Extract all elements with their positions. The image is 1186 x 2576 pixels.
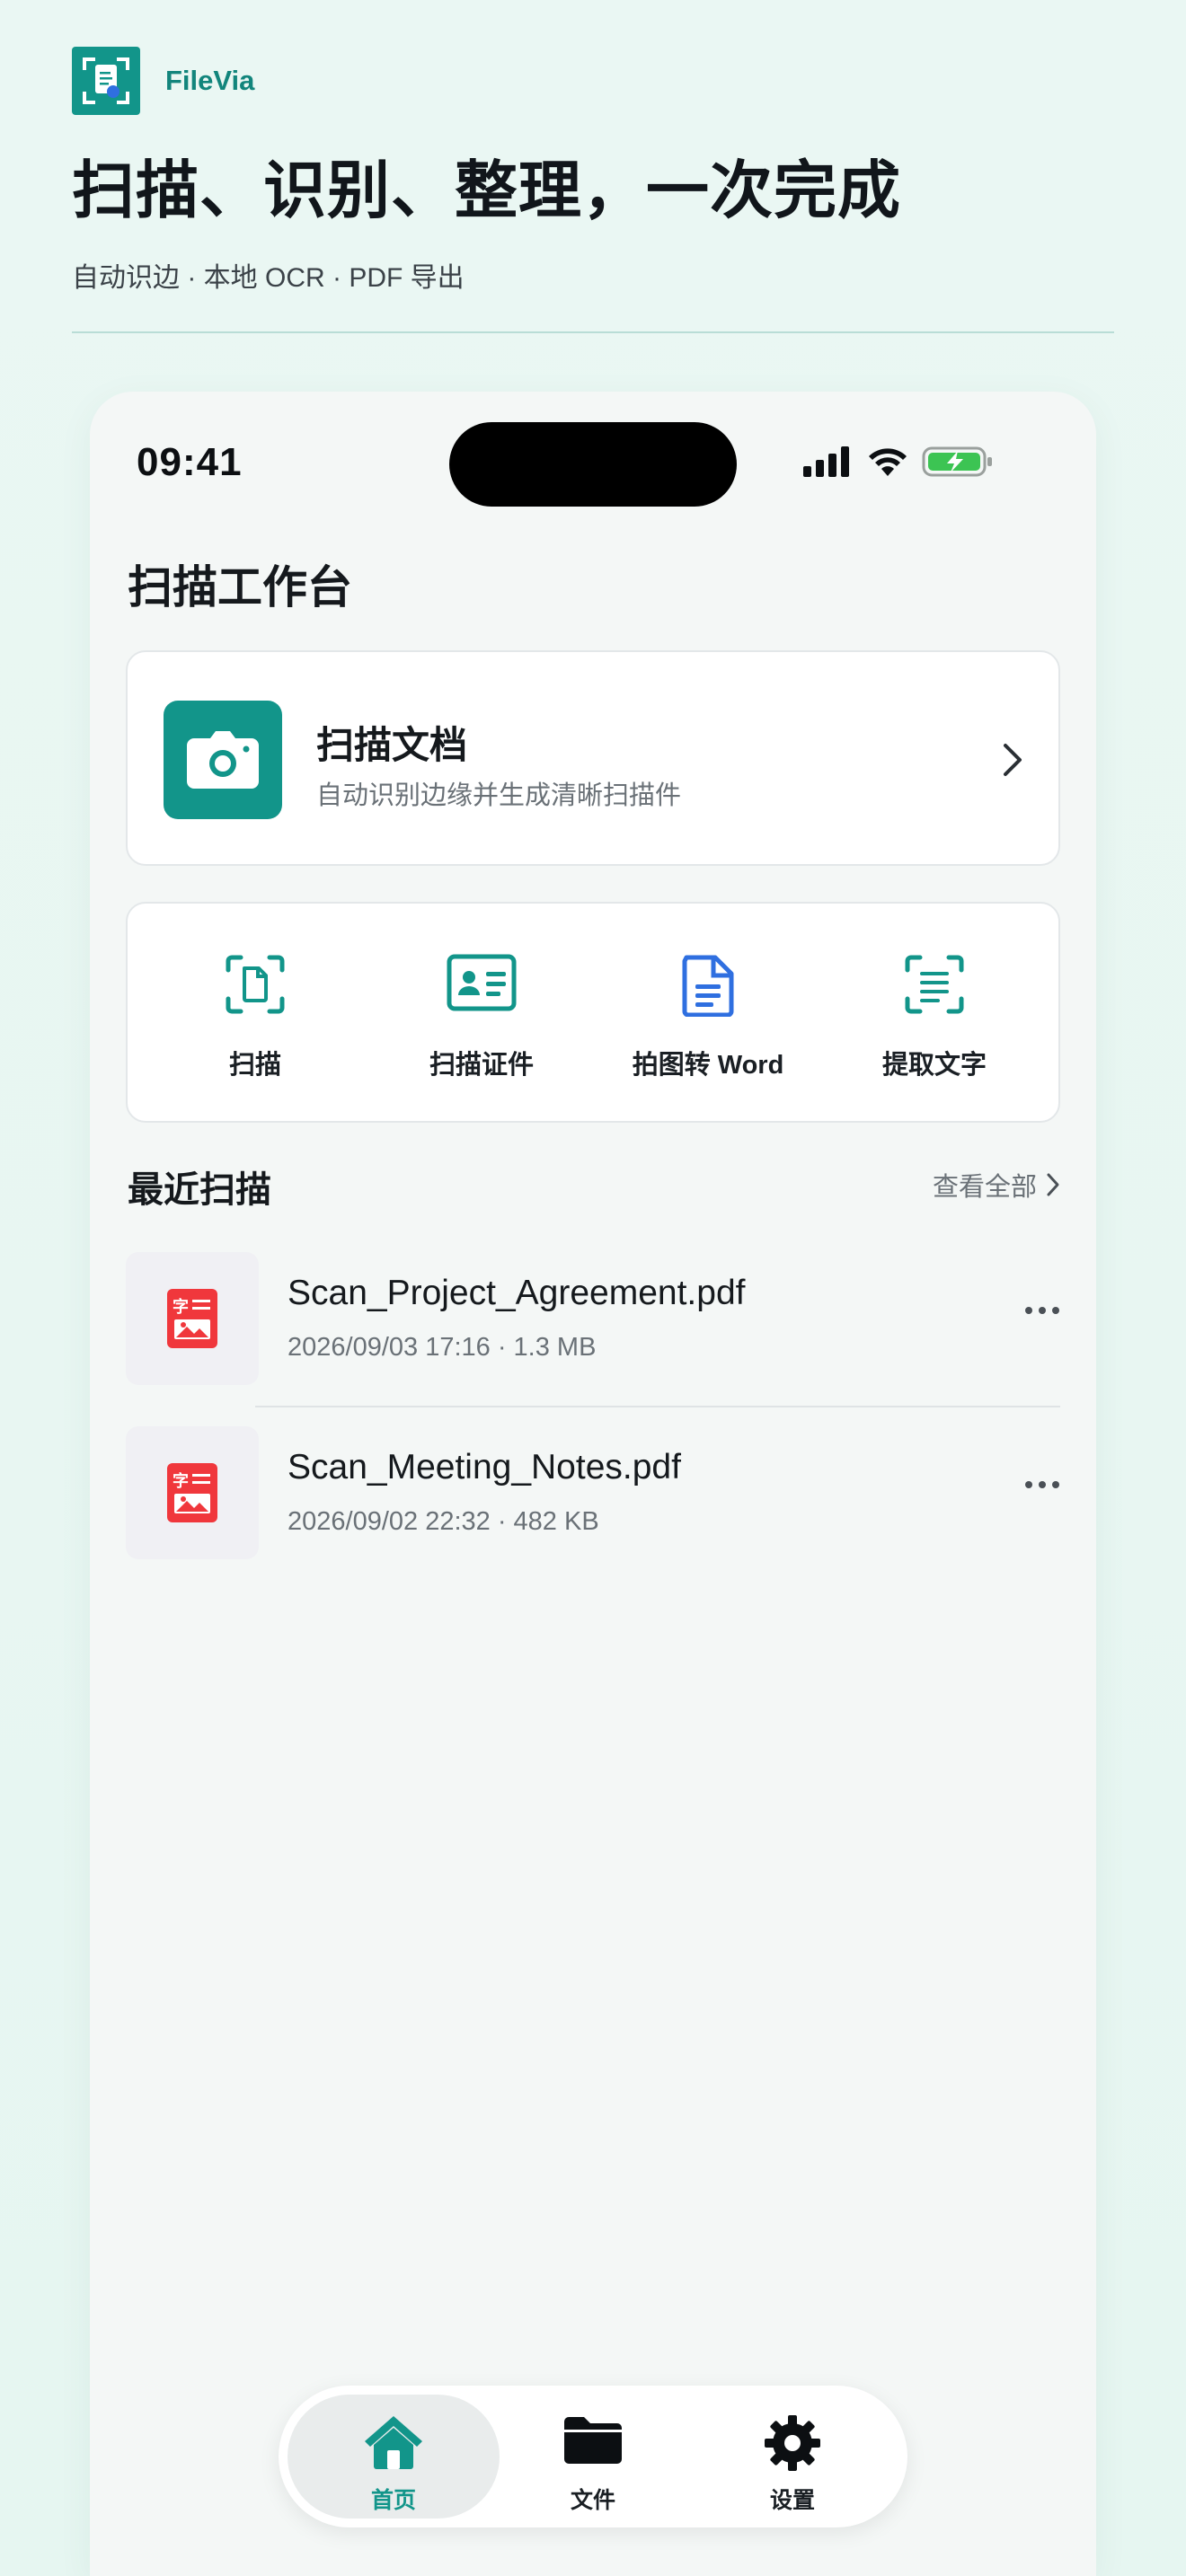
recent-section-title: 最近扫描	[128, 1170, 271, 1210]
id-card-icon	[447, 954, 517, 1011]
file-name: Scan_Meeting_Notes.pdf	[288, 1448, 681, 1486]
tool-label: 扫描	[228, 1051, 281, 1080]
brand: FileVia	[72, 47, 254, 115]
file-meta: 2026/09/02 22:32 · 482 KB	[288, 1507, 599, 1536]
row-divider	[255, 1406, 1060, 1407]
status-icons	[803, 446, 994, 478]
tab-bar: 首页 文件 设置	[279, 2386, 907, 2527]
page-title: 扫描工作台	[128, 562, 352, 613]
tab-home[interactable]: 首页	[288, 2395, 500, 2519]
pdf-file-icon: 字	[126, 1426, 259, 1559]
recent-file-row[interactable]: 字 Scan_Meeting_Notes.pdf 2026/09/02 22:3…	[126, 1426, 1060, 1566]
text-extract-icon	[905, 955, 964, 1014]
tab-label: 文件	[570, 2488, 615, 2513]
tab-label: 设置	[769, 2488, 815, 2513]
more-icon[interactable]	[1024, 1480, 1060, 1489]
file-name: Scan_Project_Agreement.pdf	[288, 1274, 746, 1312]
folder-icon	[564, 2417, 622, 2464]
word-document-icon	[682, 955, 734, 1017]
tab-label: 首页	[370, 2488, 416, 2513]
svg-text:字: 字	[173, 1471, 189, 1491]
brand-name: FileVia	[165, 65, 255, 96]
see-all-link[interactable]: 查看全部	[933, 1166, 1060, 1204]
tools-card: 扫描 扫描证件 拍图转 Word 提取文字	[126, 902, 1060, 1123]
more-icon[interactable]	[1024, 1306, 1060, 1315]
hero-headline: 扫描、识别、整理，一次完成	[72, 155, 901, 225]
tool-extract-text[interactable]: 提取文字	[827, 904, 1042, 1125]
chevron-right-icon	[1004, 744, 1022, 776]
scan-document-card[interactable]: 扫描文档 自动识别边缘并生成清晰扫描件	[126, 650, 1060, 866]
camera-icon	[164, 701, 282, 819]
status-time: 09:41	[137, 440, 243, 484]
battery-charging-icon	[922, 446, 992, 477]
scan-document-icon	[226, 955, 285, 1014]
tool-photo-to-word[interactable]: 拍图转 Word	[600, 904, 816, 1125]
tab-files[interactable]: 文件	[487, 2395, 699, 2519]
tool-label: 提取文字	[881, 1051, 987, 1080]
gear-icon	[765, 2415, 820, 2471]
pdf-file-icon: 字	[126, 1252, 259, 1385]
dynamic-island	[449, 422, 737, 507]
scan-card-subtitle: 自动识别边缘并生成清晰扫描件	[316, 781, 682, 810]
document-scan-logo-icon	[72, 47, 140, 115]
wifi-icon	[869, 448, 907, 476]
hero-tagline: 自动识边 · 本地 OCR · PDF 导出	[72, 263, 465, 293]
home-icon	[365, 2416, 422, 2469]
header-divider	[72, 331, 1114, 333]
file-meta: 2026/09/03 17:16 · 1.3 MB	[288, 1333, 597, 1362]
svg-text:字: 字	[173, 1297, 189, 1317]
scan-card-title: 扫描文档	[316, 724, 468, 766]
tool-id-card[interactable]: 扫描证件	[374, 904, 589, 1125]
tool-label: 扫描证件	[429, 1051, 534, 1080]
tab-settings[interactable]: 设置	[686, 2395, 898, 2519]
signal-icon	[803, 446, 849, 477]
recent-file-row[interactable]: 字 Scan_Project_Agreement.pdf 2026/09/03 …	[126, 1252, 1060, 1392]
chevron-right-icon	[1047, 1173, 1059, 1196]
tool-label: 拍图转 Word	[632, 1051, 784, 1080]
tool-scan[interactable]: 扫描	[147, 904, 363, 1125]
see-all-label: 查看全部	[932, 1173, 1037, 1202]
